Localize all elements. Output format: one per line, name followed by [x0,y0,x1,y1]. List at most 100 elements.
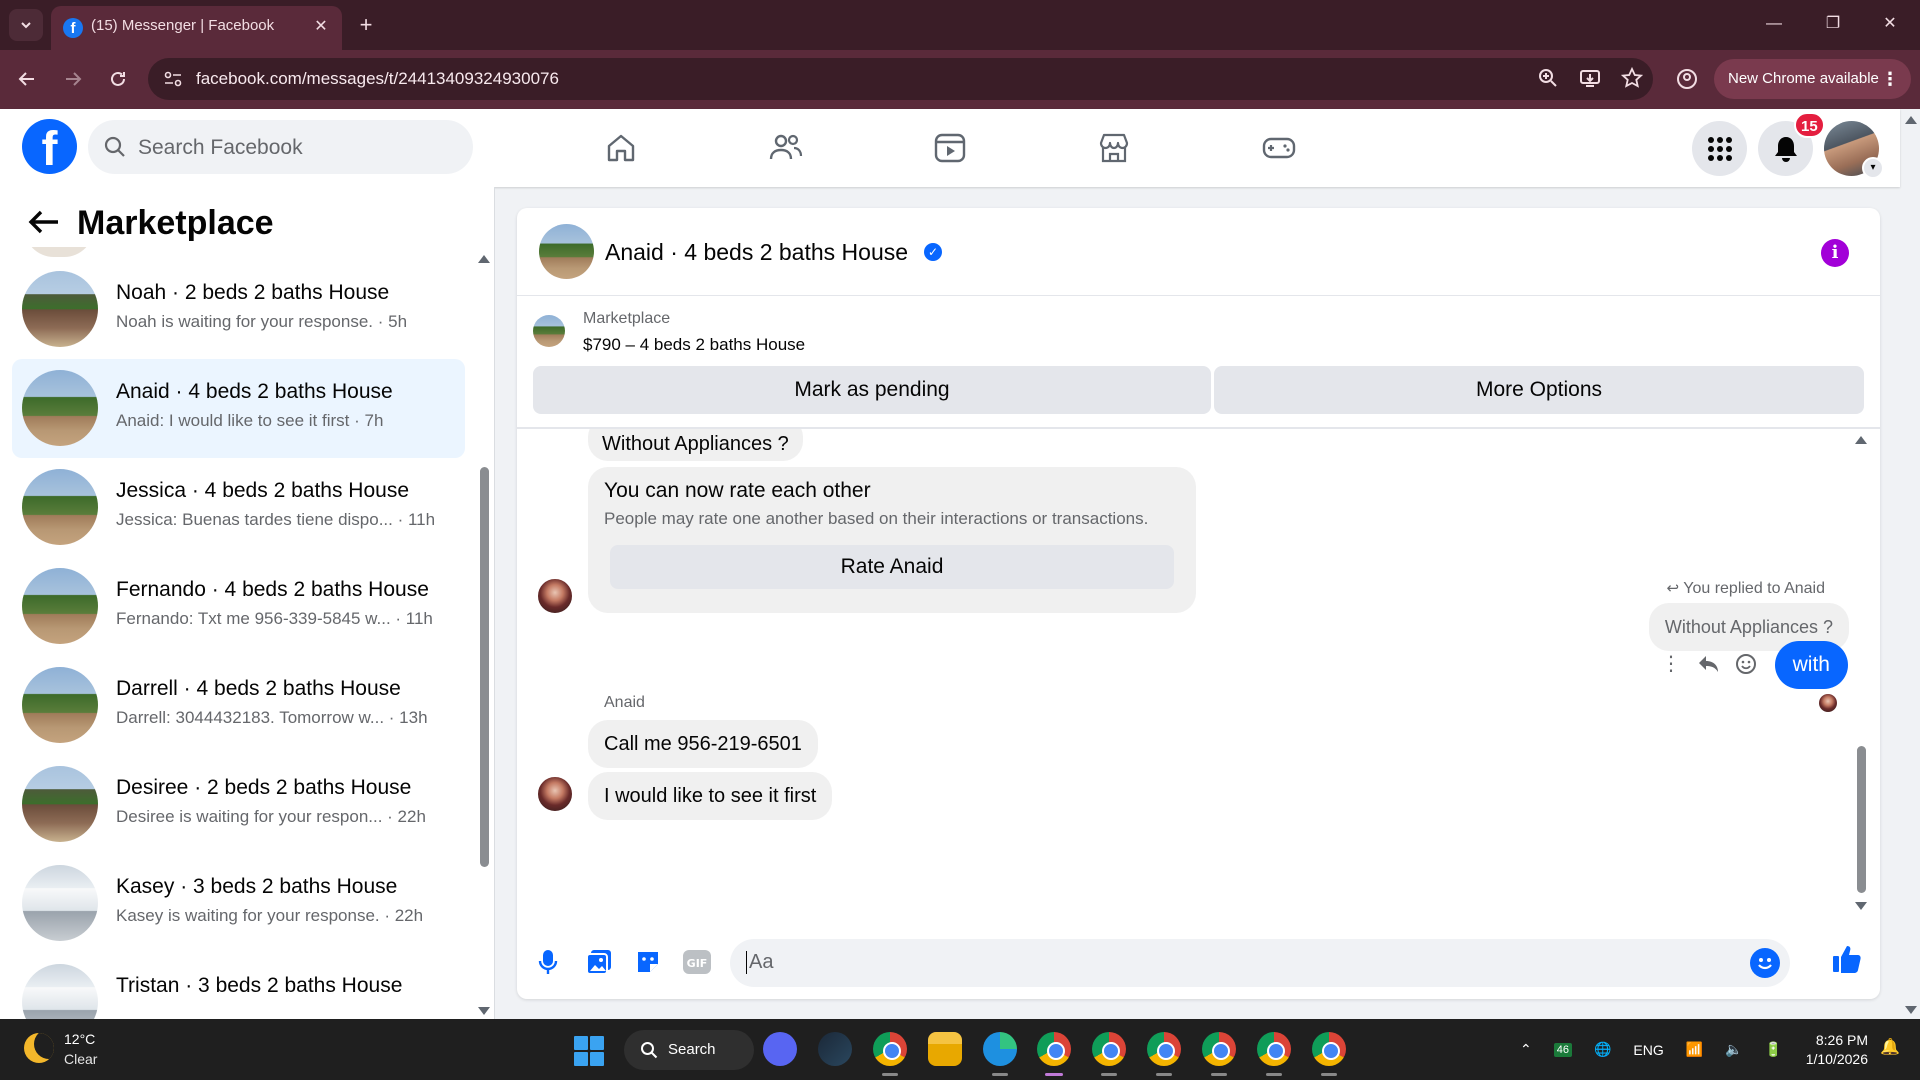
conversation-item[interactable]: Noah · 2 beds 2 baths House Noah is waiti… [12,260,465,359]
anaid-avatar[interactable] [536,577,574,615]
mark-as-pending-button[interactable]: Mark as pending [533,366,1211,414]
edge-icon[interactable] [983,1032,1017,1066]
facebook-search-input[interactable]: Search Facebook [88,120,473,174]
gif-icon[interactable]: GIF [681,946,713,978]
chrome-profile-icon[interactable] [1202,1032,1236,1066]
back-arrow-icon[interactable] [28,209,60,235]
sticker-icon[interactable] [632,946,664,978]
home-icon[interactable] [600,127,642,169]
forward-icon[interactable] [58,64,88,94]
new-tab-button[interactable]: + [352,12,380,40]
zoom-icon[interactable] [1537,67,1559,89]
marketplace-icon[interactable] [1093,127,1135,169]
like-thumb-icon[interactable] [1831,943,1863,975]
message-input[interactable]: Aa [730,939,1790,987]
listing-thumbnail[interactable] [533,315,565,347]
chat-scrollbar-thumb[interactable] [1857,746,1866,893]
more-options-button[interactable]: More Options [1214,366,1864,414]
close-window-button[interactable]: ✕ [1870,8,1910,40]
chat-scroll-down-arrow[interactable] [1855,902,1867,910]
chevron-up-icon[interactable]: ⌃ [1520,1041,1532,1058]
listing-description[interactable]: $790 – 4 beds 2 baths House [583,335,805,355]
profile-icon[interactable] [1672,64,1702,94]
conversation-item[interactable]: Fernando · 4 beds 2 baths House Fernando:… [12,557,465,656]
bookmark-star-icon[interactable] [1621,67,1643,89]
taskbar-search[interactable]: Search [624,1030,754,1070]
restore-button[interactable]: ❐ [1813,8,1853,40]
volume-icon[interactable]: 🔈 [1725,1041,1742,1058]
search-placeholder: Search Facebook [138,136,303,159]
tab-search-button[interactable] [9,9,43,41]
install-app-icon[interactable] [1579,67,1601,89]
scroll-down-arrow[interactable] [478,1007,490,1015]
weather-temperature[interactable]: 12°C [64,1031,95,1047]
chrome-profile-icon[interactable] [1147,1032,1181,1066]
photo-icon[interactable] [583,946,615,978]
battery-icon[interactable]: 🔋 [1765,1041,1782,1058]
site-settings-icon[interactable] [162,68,184,90]
conversation-item[interactable]: Kasey · 3 beds 2 baths House Kasey is wai… [12,854,465,953]
moon-weather-icon[interactable] [24,1033,54,1063]
start-button[interactable] [574,1036,604,1066]
facebook-logo-icon[interactable]: f [22,119,77,174]
chrome-icon[interactable] [873,1032,907,1066]
previous-message-bubble[interactable]: Without Appliances ? [588,429,803,461]
react-emoji-icon[interactable] [1735,653,1757,675]
scroll-up-arrow[interactable] [478,255,490,263]
close-tab-icon[interactable]: ✕ [310,16,332,38]
more-actions-icon[interactable]: ⋮ [1661,651,1681,676]
language-indicator[interactable]: ENG [1633,1042,1663,1058]
notification-center-icon[interactable]: 🔔 [1880,1037,1900,1057]
steam-icon[interactable] [818,1032,852,1066]
chrome-profile-icon[interactable] [1312,1032,1346,1066]
chrome-profile-icon[interactable] [1037,1032,1071,1066]
facebook-favicon-icon: f [63,18,83,38]
gaming-icon[interactable] [1258,127,1300,169]
rate-anaid-button[interactable]: Rate Anaid [610,545,1174,589]
vpn-globe-icon[interactable]: 🌐 [1594,1041,1611,1058]
received-message-bubble[interactable]: I would like to see it first [588,772,833,820]
message-composer: GIF Aa [517,926,1880,999]
discord-icon[interactable] [763,1032,797,1066]
chrome-profile-icon[interactable] [1092,1032,1126,1066]
listing-avatar[interactable] [539,224,594,279]
page-scroll-down-arrow[interactable] [1905,1006,1917,1014]
chat-title[interactable]: Anaid · 4 beds 2 baths House [605,239,908,266]
browser-tab[interactable]: f (15) Messenger | Facebook ✕ [51,6,342,50]
conversation-item[interactable]: Darrell · 4 beds 2 baths House Darrell: 3… [12,656,465,755]
conversation-item[interactable]: Anaid · 4 beds 2 baths House Anaid: I wou… [12,359,465,458]
file-explorer-icon[interactable] [928,1032,962,1066]
message-actions: ⋮ [1661,651,1757,676]
anaid-avatar[interactable] [536,775,574,813]
wifi-icon[interactable]: 📶 [1686,1041,1703,1058]
conversation-item[interactable]: Jessica · 4 beds 2 baths House Jessica: B… [12,458,465,557]
running-indicator [1321,1073,1337,1076]
menu-grid-button[interactable] [1692,121,1747,176]
page-scroll-up-arrow[interactable] [1905,116,1917,124]
new-chrome-available-button[interactable]: New Chrome available ⋮ [1714,59,1911,99]
video-icon[interactable] [929,127,971,169]
microphone-icon[interactable] [532,946,564,978]
reload-icon[interactable] [103,64,133,94]
info-icon[interactable]: i [1821,239,1849,267]
scrollbar-thumb[interactable] [480,467,489,867]
friends-icon[interactable] [765,127,807,169]
conversation-item[interactable]: Tristan · 3 beds 2 baths House [12,953,465,1019]
account-caret-icon[interactable]: ▾ [1862,157,1884,179]
chat-scroll-up-arrow[interactable] [1855,436,1867,444]
minimize-button[interactable]: — [1754,8,1794,40]
received-message-bubble[interactable]: Call me 956-219-6501 [588,720,818,768]
rating-notice-card: You can now rate each other People may r… [588,467,1196,613]
sent-message-bubble[interactable]: with [1774,641,1848,689]
chrome-profile-icon[interactable] [1257,1032,1291,1066]
battery-badge-icon[interactable]: 46 [1553,1042,1572,1057]
reply-icon[interactable] [1697,654,1719,674]
taskbar-clock[interactable]: 8:26 PM 1/10/2026 [1790,1031,1868,1069]
conversation-item[interactable]: Desiree · 2 beds 2 baths House Desiree is… [12,755,465,854]
weather-description[interactable]: Clear [64,1051,97,1067]
rating-notice-title: You can now rate each other [604,479,871,502]
read-receipt-avatar [1819,694,1837,712]
emoji-icon[interactable] [1750,948,1780,978]
address-bar[interactable]: facebook.com/messages/t/2441340932493007… [148,58,1653,100]
back-icon[interactable] [12,64,42,94]
